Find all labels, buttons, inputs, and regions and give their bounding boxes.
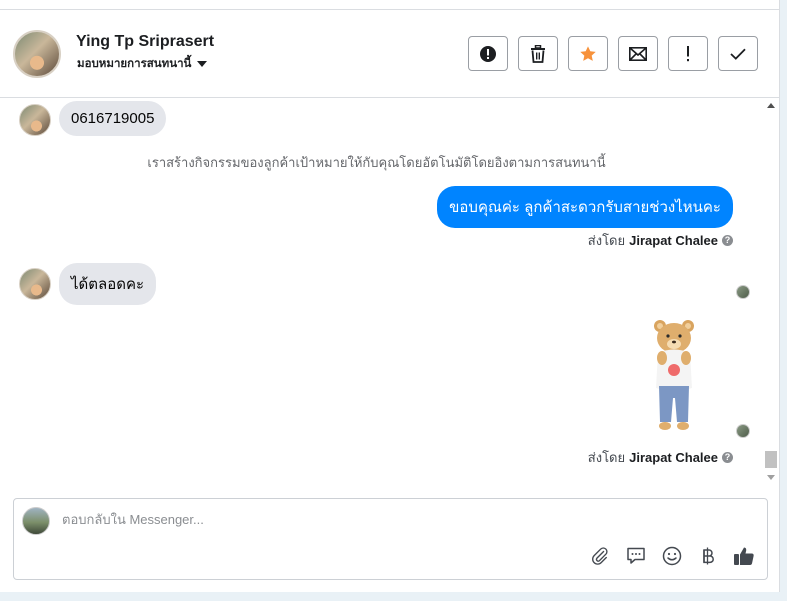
speech-bubble-icon [627,547,645,564]
customer-avatar[interactable] [19,268,51,300]
help-icon[interactable]: ? [722,452,733,463]
thumbs-up-icon [734,547,754,565]
star-icon [580,45,596,61]
incoming-message[interactable]: ได้ตลอดคะ [59,263,157,305]
mark-unread-button[interactable] [618,36,658,71]
checkmark-icon [730,48,746,60]
report-spam-button[interactable] [468,36,508,71]
delete-button[interactable] [518,36,558,71]
emoji-button[interactable] [661,545,683,567]
sent-by-name[interactable]: Jirapat Chalee [629,233,718,248]
trash-icon [531,44,545,63]
sent-by-prefix: ส่งโดย [587,233,626,248]
message-list[interactable]: 0616719005 เราสร้างกิจกรรมของลูกค้าเป้าห… [0,99,763,487]
customer-avatar[interactable] [19,104,51,136]
conversation-panel: Ying Tp Sriprasert มอบหมายการสนทนานี้ 06… [0,0,780,592]
sent-by-name[interactable]: Jirapat Chalee [629,450,718,465]
like-button[interactable] [733,545,755,567]
contact-avatar[interactable] [13,30,61,78]
assign-label: มอบหมายการสนทนานี้ [77,58,192,70]
baht-icon [703,547,714,565]
follow-up-button[interactable] [668,36,708,71]
reply-composer [13,498,768,580]
help-icon[interactable]: ? [722,235,733,246]
sent-by-label: ส่งโดย Jirapat Chalee ? [588,447,733,468]
sent-by-label: ส่งโดย Jirapat Chalee ? [588,230,733,251]
star-button[interactable] [568,36,608,71]
exclamation-icon [687,45,689,61]
caret-down-icon [197,61,208,67]
smiley-icon [662,546,682,566]
incoming-message[interactable]: 0616719005 [59,101,167,136]
seen-indicator-avatar [736,285,750,299]
contact-name[interactable]: Ying Tp Sriprasert [76,33,214,51]
assign-conversation-dropdown[interactable]: มอบหมายการสนทนานี้ [77,55,208,73]
paperclip-icon [592,547,608,565]
system-note: เราสร้างกิจกรรมของลูกค้าเป้าหมายให้กับคุ… [147,155,606,170]
alert-circle-icon [480,45,496,62]
reply-input[interactable] [62,512,752,527]
seen-indicator-avatar [736,424,750,438]
saved-replies-button[interactable] [625,545,647,567]
header-actions [468,36,758,71]
scroll-up-arrow[interactable] [767,103,775,108]
page-avatar [22,507,50,535]
attach-button[interactable] [589,545,611,567]
composer-tools [589,545,755,567]
teddy-bear-sticker[interactable] [648,318,700,434]
outgoing-message[interactable]: ขอบคุณค่ะ ลูกค้าสะดวกรับสายช่วงไหนคะ [437,186,733,228]
payment-button[interactable] [697,545,719,567]
envelope-icon [629,46,647,61]
conversation-header: Ying Tp Sriprasert มอบหมายการสนทนานี้ [0,10,780,98]
mark-done-button[interactable] [718,36,758,71]
scrollbar-thumb[interactable] [765,451,777,468]
sent-by-prefix: ส่งโดย [587,450,626,465]
scroll-down-arrow[interactable] [767,475,775,480]
scrollbar[interactable] [764,99,778,487]
